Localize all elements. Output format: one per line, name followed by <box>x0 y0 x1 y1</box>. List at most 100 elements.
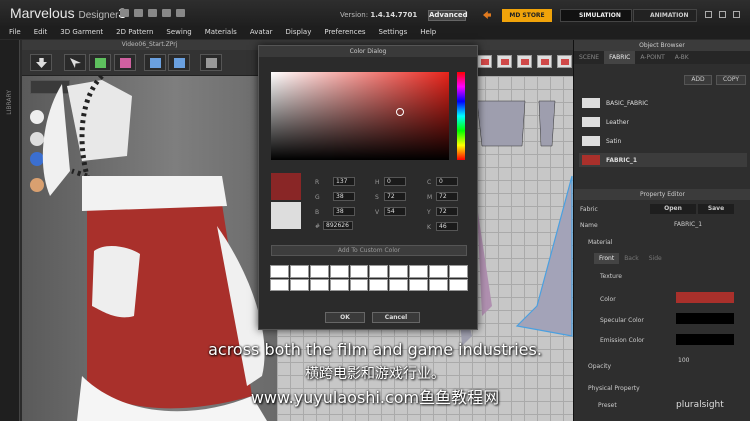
menu-3d-garment[interactable]: 3D Garment <box>60 26 103 39</box>
viewport-title: Video06_Start.ZPrj <box>22 40 277 50</box>
fabric-name-field[interactable]: FABRIC_1 <box>674 220 734 230</box>
custom-color-slot[interactable] <box>289 278 309 291</box>
custom-color-slot[interactable] <box>329 265 349 278</box>
tab-a-bk[interactable]: A-BK <box>670 51 694 64</box>
pattern-tool-3[interactable] <box>517 55 532 68</box>
menu-sewing[interactable]: Sewing <box>166 26 191 39</box>
s-label: S <box>375 194 379 201</box>
menu-preferences[interactable]: Preferences <box>324 26 365 39</box>
pattern-tool-4[interactable] <box>537 55 552 68</box>
menu-2d-pattern[interactable]: 2D Pattern <box>116 26 153 39</box>
menu-materials[interactable]: Materials <box>205 26 237 39</box>
move-tool[interactable] <box>64 54 86 71</box>
pattern-tool-1[interactable] <box>477 55 492 68</box>
custom-color-slot[interactable] <box>349 278 369 291</box>
hue-slider[interactable] <box>457 72 465 160</box>
custom-color-slot[interactable] <box>289 265 309 278</box>
ok-button[interactable]: OK <box>325 312 365 323</box>
custom-color-slot[interactable] <box>369 265 389 278</box>
color-spectrum[interactable] <box>271 72 449 160</box>
r-field[interactable]: 137 <box>333 177 355 186</box>
custom-color-slot[interactable] <box>389 278 409 291</box>
b-field[interactable]: 38 <box>333 207 355 216</box>
tab-a-point[interactable]: A-POINT <box>635 51 669 64</box>
cancel-button[interactable]: Cancel <box>372 312 420 323</box>
save-icon[interactable] <box>148 9 157 17</box>
add-fabric-button[interactable]: ADD <box>684 75 712 85</box>
ruler-tool[interactable] <box>200 54 222 71</box>
menu-file[interactable]: File <box>9 26 21 39</box>
menu-display[interactable]: Display <box>286 26 312 39</box>
y-field[interactable]: 72 <box>436 207 458 216</box>
c-label: C <box>427 179 432 186</box>
specular-swatch[interactable] <box>676 313 734 324</box>
tab-back[interactable]: Back <box>619 253 644 264</box>
custom-color-slot[interactable] <box>429 265 449 278</box>
custom-color-slot[interactable] <box>270 265 289 278</box>
material-section[interactable]: Material <box>588 239 612 246</box>
tab-scene[interactable]: SCENE <box>574 51 604 64</box>
garment-pin-tool[interactable] <box>114 54 136 71</box>
select-tool[interactable] <box>30 54 52 71</box>
undo-icon[interactable] <box>162 9 171 17</box>
color-swatch[interactable] <box>676 292 734 303</box>
k-field[interactable]: 46 <box>436 222 458 231</box>
spectrum-cursor[interactable] <box>396 108 404 116</box>
animation-button[interactable]: ANIMATION <box>633 9 697 22</box>
fabric-item[interactable]: Leather <box>579 115 747 129</box>
tab-side[interactable]: Side <box>644 253 667 264</box>
redo-icon[interactable] <box>176 9 185 17</box>
minimize-icon[interactable] <box>705 11 712 18</box>
custom-color-slot[interactable] <box>309 278 329 291</box>
pluralsight-watermark: pluralsight <box>676 400 724 410</box>
m-field[interactable]: 72 <box>436 192 458 201</box>
custom-color-slot[interactable] <box>270 278 289 291</box>
garment-fold-tool[interactable] <box>89 54 111 71</box>
custom-color-slot[interactable] <box>389 265 409 278</box>
save-fabric-button[interactable]: Save <box>698 204 734 214</box>
menu-help[interactable]: Help <box>420 26 436 39</box>
custom-color-slot[interactable] <box>349 265 369 278</box>
custom-color-slot[interactable] <box>449 265 468 278</box>
custom-color-slot[interactable] <box>449 278 468 291</box>
h-field[interactable]: 0 <box>384 177 406 186</box>
s-field[interactable]: 72 <box>384 192 406 201</box>
g-field[interactable]: 38 <box>333 192 355 201</box>
hex-field[interactable]: 892626 <box>323 221 353 230</box>
chart-icon[interactable] <box>120 9 129 17</box>
pants-tool[interactable] <box>168 54 190 71</box>
specular-label: Specular Color <box>600 317 644 324</box>
menu-bar: File Edit 3D Garment 2D Pattern Sewing M… <box>0 26 750 39</box>
v-label: V <box>375 209 380 216</box>
custom-color-slot[interactable] <box>309 265 329 278</box>
open-fabric-button[interactable]: Open <box>650 204 696 214</box>
fabric-item-selected[interactable]: FABRIC_1 <box>579 153 747 167</box>
simulation-button[interactable]: SIMULATION <box>560 9 632 22</box>
tab-fabric[interactable]: FABRIC <box>604 51 636 64</box>
pattern-tool-5[interactable] <box>557 55 572 68</box>
md-store-button[interactable]: MD STORE <box>502 9 552 22</box>
custom-color-slot[interactable] <box>409 265 429 278</box>
custom-color-slot[interactable] <box>369 278 389 291</box>
menu-avatar[interactable]: Avatar <box>250 26 273 39</box>
c-field[interactable]: 0 <box>436 177 458 186</box>
menu-edit[interactable]: Edit <box>34 26 48 39</box>
maximize-icon[interactable] <box>719 11 726 18</box>
close-icon[interactable] <box>733 11 740 18</box>
custom-color-slot[interactable] <box>329 278 349 291</box>
texture-label: Texture <box>600 273 622 280</box>
fabric-item[interactable]: Satin <box>579 134 747 148</box>
fabric-item[interactable]: BASIC_FABRIC <box>579 96 747 110</box>
mode-badge[interactable]: Advanced <box>428 10 468 21</box>
custom-color-slot[interactable] <box>429 278 449 291</box>
name-label: Name <box>580 222 598 229</box>
menu-settings[interactable]: Settings <box>379 26 408 39</box>
copy-fabric-button[interactable]: COPY <box>716 75 746 85</box>
custom-color-slot[interactable] <box>409 278 429 291</box>
tab-front[interactable]: Front <box>594 253 620 264</box>
shirt-tool[interactable] <box>144 54 166 71</box>
add-custom-color-button[interactable]: Add To Custom Color <box>271 245 467 256</box>
v-field[interactable]: 54 <box>384 207 406 216</box>
pattern-tool-2[interactable] <box>497 55 512 68</box>
folder-icon[interactable] <box>134 9 143 17</box>
